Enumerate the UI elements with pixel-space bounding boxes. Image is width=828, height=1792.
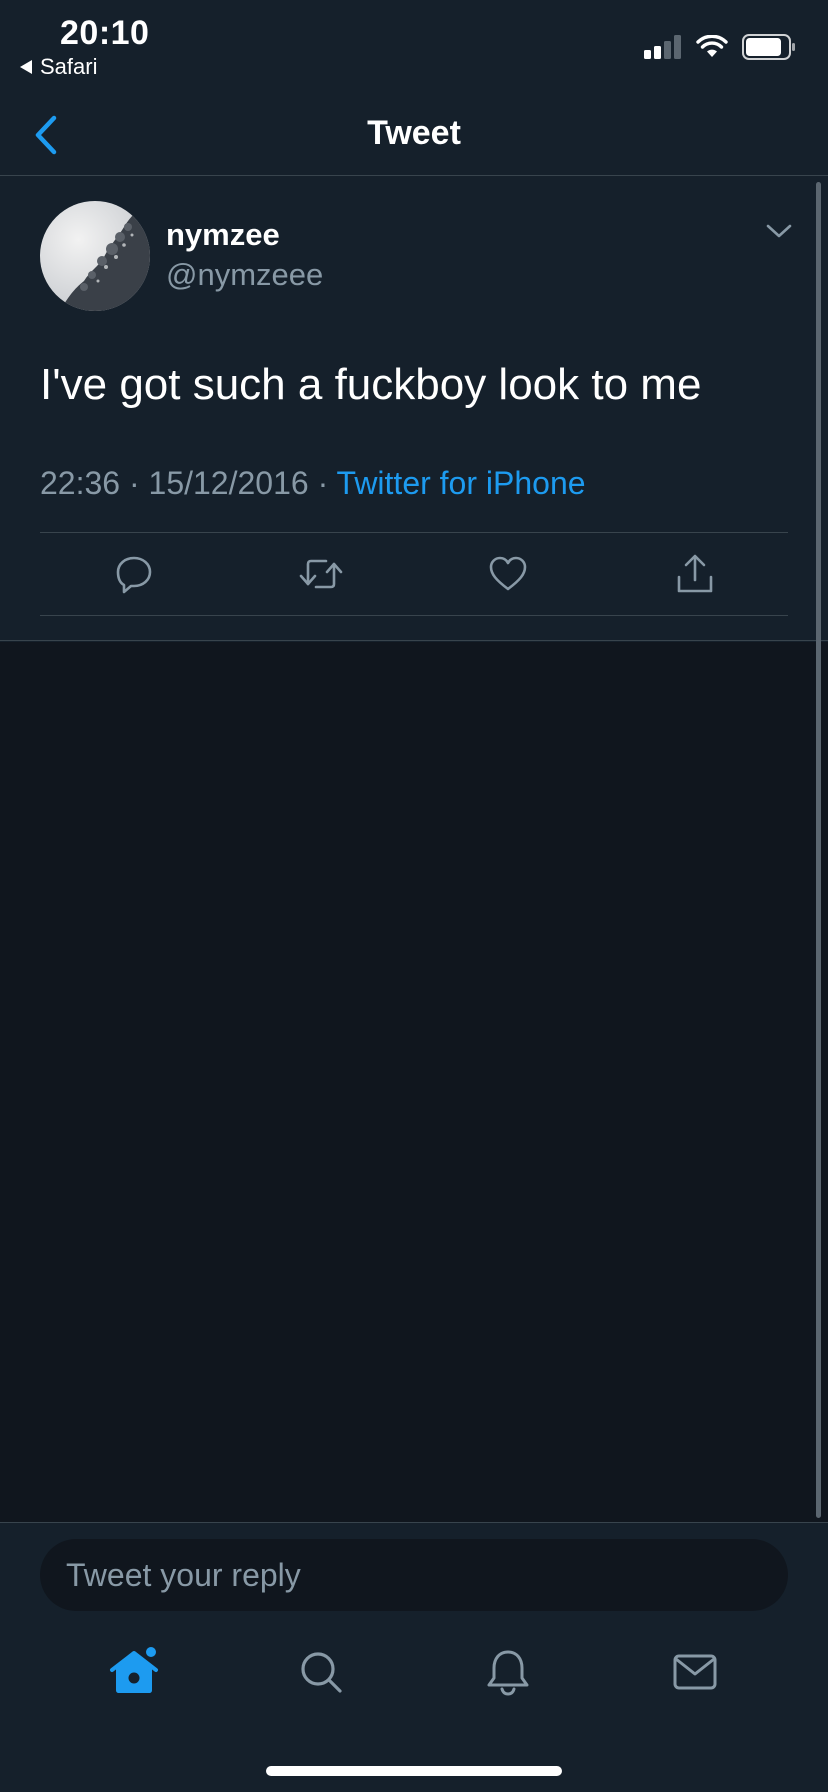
- like-icon: [489, 556, 526, 591]
- like-button[interactable]: [485, 551, 531, 597]
- back-triangle-icon: [20, 60, 32, 74]
- tab-messages[interactable]: [665, 1642, 725, 1702]
- tab-notifications[interactable]: [478, 1642, 538, 1702]
- meta-separator: ·: [317, 465, 329, 501]
- user-handle[interactable]: @nymzeee: [166, 257, 323, 293]
- home-indicator[interactable]: [266, 1766, 562, 1776]
- search-icon: [300, 1652, 342, 1693]
- tweet-source-link[interactable]: Twitter for iPhone: [337, 465, 586, 501]
- cellular-signal-icon: [644, 35, 681, 59]
- avatar[interactable]: [40, 201, 150, 311]
- divider: [40, 615, 788, 616]
- scrollbar[interactable]: [816, 182, 821, 1518]
- tweet-date: 15/12/2016: [148, 465, 309, 501]
- tab-home[interactable]: [104, 1642, 164, 1702]
- retweet-icon: [299, 559, 342, 589]
- navigation-bar: Tweet: [0, 96, 828, 176]
- messages-icon: [673, 1654, 716, 1690]
- tweet-detail-screen: 20:10 Safari Tweet nymzee @nymzeee I've …: [0, 0, 828, 1792]
- tweet-text: I've got such a fuckboy look to me: [40, 360, 702, 409]
- avatar-image: [40, 201, 150, 311]
- home-icon: [109, 1647, 158, 1693]
- battery-icon: [742, 34, 795, 60]
- status-icons: [644, 34, 796, 60]
- notifications-icon: [487, 1650, 528, 1696]
- retweet-button[interactable]: [298, 551, 344, 597]
- chevron-down-icon[interactable]: [764, 221, 794, 241]
- empty-replies-area: [0, 642, 828, 1522]
- tweet-card: nymzee @nymzeee I've got such a fuckboy …: [0, 177, 828, 641]
- tweet-time: 22:36: [40, 465, 121, 501]
- tweet-actions: [40, 533, 788, 615]
- reply-icon: [116, 556, 151, 594]
- share-icon: [677, 554, 712, 593]
- tweet-meta: 22:36 · 15/12/2016 · Twitter for iPhone: [40, 465, 586, 502]
- share-button[interactable]: [672, 551, 718, 597]
- wifi-icon: [696, 35, 728, 57]
- reply-input[interactable]: [40, 1539, 788, 1611]
- reply-button[interactable]: [111, 551, 157, 597]
- page-title: Tweet: [367, 114, 461, 152]
- back-app-label: Safari: [40, 54, 98, 79]
- tab-bar: [0, 1622, 828, 1722]
- meta-separator: ·: [128, 465, 140, 501]
- back-to-safari[interactable]: Safari: [20, 54, 97, 80]
- tab-search[interactable]: [291, 1642, 351, 1702]
- status-time: 20:10: [60, 14, 150, 52]
- display-name[interactable]: nymzee: [166, 217, 280, 253]
